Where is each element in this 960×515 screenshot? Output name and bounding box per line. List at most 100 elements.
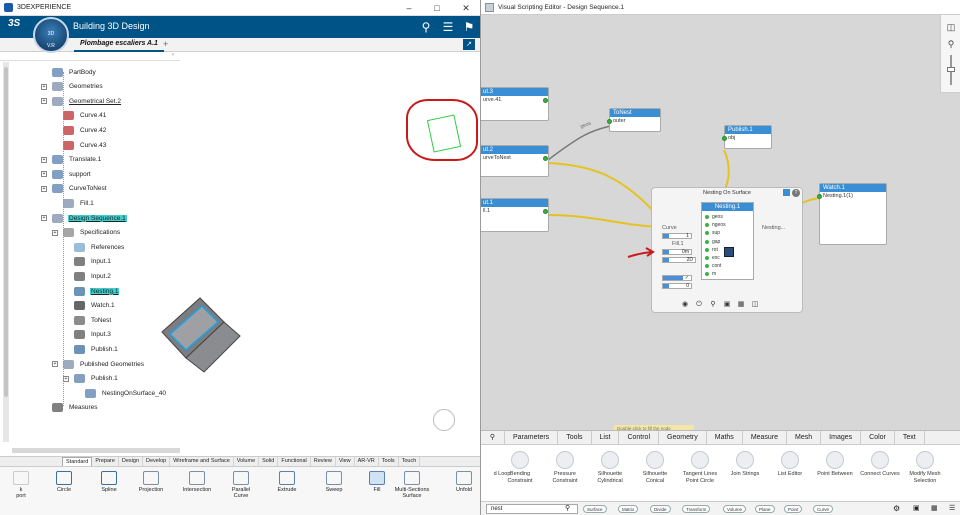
filter-chip[interactable]: Transform [682, 505, 711, 513]
tree-node[interactable]: Input.2 [74, 270, 112, 282]
filter-chip[interactable]: Surface [583, 505, 607, 513]
nesting-pin[interactable]: m [705, 271, 716, 277]
tree-expander[interactable]: + [41, 156, 47, 163]
tag-icon[interactable]: ⚑ [461, 19, 477, 35]
watch-node[interactable]: Watch.1 Nesting.1(1) [817, 183, 887, 245]
action-tab[interactable]: Design [119, 457, 144, 466]
tree-node[interactable]: CurveToNest [52, 183, 108, 195]
action-tab[interactable]: Develop [143, 457, 171, 466]
scripting-canvas[interactable]: geos ut.3 urve.41 ut.2 urveToNest ut.1 l… [481, 15, 960, 433]
publish-node[interactable]: Publish.1 obj [722, 125, 772, 149]
scroll-arrow-icon[interactable]: ‹ [172, 52, 174, 58]
tool-button[interactable]: Fill [358, 471, 396, 493]
palette-search-icon[interactable]: ⚲ [481, 431, 505, 445]
tonest-node[interactable]: ToNest outer [607, 108, 661, 132]
tab-plombage-escaliers[interactable]: Plombage escaliers A.1 [80, 40, 158, 47]
tool-button[interactable]: Parallel Curve [222, 471, 260, 499]
palette-tab[interactable]: Control [619, 431, 660, 445]
palette-tab[interactable]: Parameters [505, 431, 559, 445]
tree-expander[interactable]: + [41, 83, 47, 90]
tree-node[interactable]: Curve.42 [63, 124, 107, 136]
gap-input[interactable]: 0m [662, 249, 692, 255]
tree-node[interactable]: References [74, 241, 125, 253]
action-tab[interactable]: Wireframe and Surface [170, 457, 234, 466]
maximize-button[interactable]: □ [423, 0, 451, 16]
action-tab[interactable]: Solid [259, 457, 279, 466]
tree-node[interactable]: Geometries [52, 81, 104, 93]
folder-icon[interactable]: ▣ [722, 300, 732, 310]
palette-node[interactable]: Point Between [810, 451, 860, 478]
nesting-pin[interactable]: rot [705, 247, 718, 253]
tree-node[interactable]: ToNest [74, 314, 112, 326]
zoom-icon[interactable]: ⚲ [708, 300, 718, 310]
nodes-icon[interactable]: ▦ [736, 300, 746, 310]
tree-node[interactable]: Published Geometries [63, 358, 145, 370]
view-icon[interactable]: ▣ [913, 504, 920, 512]
tree-horizontal-scrollbar[interactable] [12, 448, 180, 453]
settings-icon[interactable]: ⚙ [893, 504, 900, 513]
m-input[interactable]: 0 [662, 283, 692, 289]
tool-button[interactable]: Intersection [178, 471, 216, 493]
panel-expand-icon[interactable] [783, 189, 790, 196]
zoom-slider-handle[interactable] [947, 67, 955, 72]
tool-button[interactable]: Extrude [268, 471, 306, 493]
nesting-pin[interactable]: sup [705, 230, 720, 236]
filter-chip[interactable]: Point [784, 505, 803, 513]
action-tab[interactable]: Tools [379, 457, 399, 466]
palette-tab[interactable]: Color [861, 431, 895, 445]
palette-tab[interactable]: Text [895, 431, 925, 445]
menu-icon[interactable]: ☰ [440, 19, 456, 35]
nesting-pin[interactable]: ngeos [705, 222, 726, 228]
tree-node[interactable]: Input.1 [74, 256, 112, 268]
tool-button[interactable]: k port [2, 471, 40, 499]
filter-chip[interactable]: Plane [755, 505, 775, 513]
tree-node[interactable]: Watch.1 [74, 300, 116, 312]
tool-button[interactable]: Projection [132, 471, 170, 493]
nesting-pin[interactable]: exc [705, 255, 720, 261]
input-node-3[interactable]: ut.3 urve.41 [481, 87, 549, 121]
palette-tab[interactable]: Images [821, 431, 862, 445]
tool-button[interactable]: Unfold [445, 471, 480, 493]
action-tab[interactable]: Functional [278, 457, 311, 466]
output-port[interactable] [543, 209, 548, 214]
tree-node[interactable]: Publish.1 [74, 343, 119, 355]
action-tab[interactable]: Standard [62, 457, 93, 466]
input-port[interactable] [817, 194, 822, 199]
compass-icon[interactable]: 3D V.R [33, 17, 69, 53]
eye-icon[interactable]: ◉ [680, 300, 690, 310]
input-port[interactable] [607, 119, 612, 124]
tree-node[interactable]: Publish.1 [74, 373, 119, 385]
palette-node[interactable]: Modify Mesh Selection [900, 451, 950, 485]
trash-icon[interactable]: ◫ [750, 300, 760, 310]
palette-node[interactable]: Bending Constraint [495, 451, 545, 485]
filter-chip[interactable]: Divide [650, 505, 671, 513]
tree-expander[interactable]: + [41, 185, 47, 192]
minimize-button[interactable]: – [395, 0, 423, 16]
add-tab-icon[interactable]: + [163, 39, 168, 49]
filter-chip[interactable]: Volume [723, 505, 747, 513]
tree-node[interactable]: Input.3 [74, 329, 112, 341]
close-button[interactable]: ✕ [452, 0, 480, 16]
tree-node[interactable]: Translate.1 [52, 154, 102, 166]
help-icon[interactable]: ? [792, 189, 800, 197]
palette-node[interactable]: Connect Curves [855, 451, 905, 478]
action-tab[interactable]: AR-VR [355, 457, 379, 466]
view-compass-icon[interactable] [433, 409, 455, 431]
rot-select[interactable]: 2D [662, 257, 696, 263]
palette-tab[interactable]: Tools [558, 431, 592, 445]
input-port[interactable] [722, 136, 727, 141]
filter-chip[interactable]: Curve [813, 505, 834, 513]
tree-vertical-scrollbar[interactable] [3, 62, 9, 442]
tree-node[interactable]: Fill.1 [63, 197, 95, 209]
expand-icon[interactable]: ↗ [463, 39, 475, 50]
zoom-icon[interactable]: ⚲ [945, 38, 957, 50]
palette-node[interactable]: Silhouette Cylindrical [585, 451, 635, 485]
palette-node[interactable]: Silhouette Conical [630, 451, 680, 485]
nesting-on-surface-panel[interactable]: Nesting On Surface ? Curve Fill.1 Nestin… [651, 187, 803, 313]
tree-node[interactable]: Nesting.1 [74, 285, 120, 297]
action-tab[interactable]: Volume [234, 457, 260, 466]
palette-tab[interactable]: Maths [707, 431, 743, 445]
tool-button[interactable]: Circle [45, 471, 83, 493]
grid-icon[interactable]: ▦ [931, 504, 938, 512]
nesting-pin[interactable]: gap [705, 239, 720, 245]
